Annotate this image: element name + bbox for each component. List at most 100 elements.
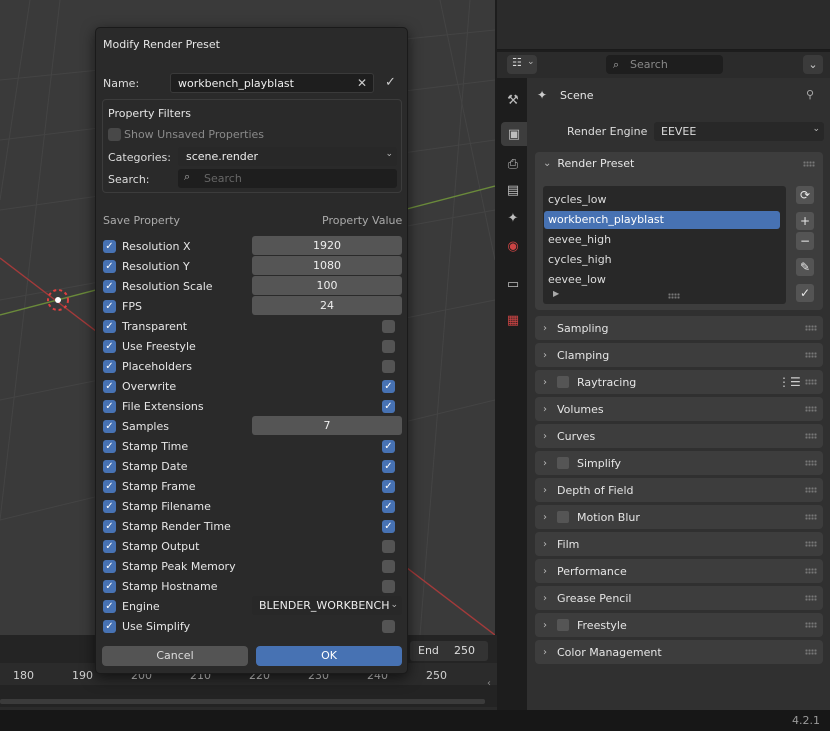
render-preset-header[interactable]: ⌄ Render Preset xyxy=(543,157,634,170)
timeline-track[interactable] xyxy=(0,685,497,707)
section-grease-pencil[interactable]: › Grease Pencil xyxy=(535,586,823,610)
drag-handle-icon[interactable] xyxy=(803,161,815,167)
section-freestyle[interactable]: › Freestyle xyxy=(535,613,823,637)
ok-button[interactable]: OK xyxy=(256,646,402,666)
save-property-checkbox[interactable]: ✓ xyxy=(103,579,116,593)
drag-handle-icon[interactable] xyxy=(805,568,817,574)
property-value-dropdown[interactable]: BLENDER_WORKBENCH ⌄ xyxy=(252,596,402,615)
section-color-management[interactable]: › Color Management xyxy=(535,640,823,664)
refresh-icon[interactable]: ⟳ xyxy=(796,186,814,204)
property-value-field[interactable]: 100 xyxy=(252,276,402,295)
save-property-checkbox[interactable]: ✓ xyxy=(103,419,116,433)
property-value-checkbox[interactable] xyxy=(382,360,395,373)
section-volumes[interactable]: › Volumes xyxy=(535,397,823,421)
section-simplify[interactable]: › Simplify xyxy=(535,451,823,475)
render-engine-dropdown[interactable]: EEVEE ⌄ xyxy=(654,122,824,141)
timeline-scrollbar[interactable] xyxy=(0,699,485,704)
save-property-checkbox[interactable]: ✓ xyxy=(103,259,116,273)
name-input[interactable]: workbench_playblast ✕ xyxy=(170,73,374,93)
property-value-checkbox[interactable]: ✓ xyxy=(382,520,395,533)
editor-type-dropdown[interactable]: ☷ ⌄ xyxy=(507,55,537,74)
save-property-checkbox[interactable]: ✓ xyxy=(103,339,116,353)
section-enable-checkbox[interactable] xyxy=(557,619,569,631)
drag-handle-icon[interactable] xyxy=(805,460,817,466)
render-tab-icon[interactable]: ▣ xyxy=(501,122,527,146)
frame-end-field[interactable]: End 250 xyxy=(410,641,488,661)
section-enable-checkbox[interactable] xyxy=(557,511,569,523)
section-enable-checkbox[interactable] xyxy=(557,457,569,469)
save-property-checkbox[interactable]: ✓ xyxy=(103,539,116,553)
property-value-checkbox[interactable] xyxy=(382,320,395,333)
save-property-checkbox[interactable]: ✓ xyxy=(103,319,116,333)
save-property-checkbox[interactable]: ✓ xyxy=(103,499,116,513)
list-resize-handle-icon[interactable] xyxy=(668,293,680,299)
save-property-checkbox[interactable]: ✓ xyxy=(103,519,116,533)
property-value-field[interactable]: 7 xyxy=(252,416,402,435)
confirm-check-icon[interactable]: ✓ xyxy=(385,75,396,90)
pin-icon[interactable]: ⚲ xyxy=(806,88,814,101)
save-property-checkbox[interactable]: ✓ xyxy=(103,359,116,373)
list-options-icon[interactable]: ⋮☰ xyxy=(778,375,801,389)
filter-search-input[interactable]: ⌕ Search xyxy=(178,169,397,188)
preset-list-item[interactable]: cycles_high xyxy=(544,251,780,269)
property-value-field[interactable]: 1920 xyxy=(252,236,402,255)
section-enable-checkbox[interactable] xyxy=(557,376,569,388)
categories-dropdown[interactable]: scene.render ⌄ xyxy=(178,147,397,166)
scene-tab-icon[interactable]: ✦ xyxy=(501,206,525,230)
output-tab-icon[interactable]: ⎙ xyxy=(501,152,525,176)
preset-list-item[interactable]: eevee_low xyxy=(544,271,780,289)
clear-icon[interactable]: ✕ xyxy=(357,76,367,90)
drag-handle-icon[interactable] xyxy=(805,514,817,520)
save-property-checkbox[interactable]: ✓ xyxy=(103,399,116,413)
property-value-checkbox[interactable]: ✓ xyxy=(382,440,395,453)
property-value-checkbox[interactable] xyxy=(382,580,395,593)
property-value-field[interactable]: 24 xyxy=(252,296,402,315)
save-property-checkbox[interactable]: ✓ xyxy=(103,559,116,573)
drag-handle-icon[interactable] xyxy=(805,649,817,655)
drag-handle-icon[interactable] xyxy=(805,406,817,412)
section-clamping[interactable]: › Clamping xyxy=(535,343,823,367)
cancel-button[interactable]: Cancel xyxy=(102,646,248,666)
property-value-checkbox[interactable]: ✓ xyxy=(382,380,395,393)
drag-handle-icon[interactable] xyxy=(805,379,817,385)
view-layer-tab-icon[interactable]: ▤ xyxy=(501,178,525,202)
show-unsaved-toggle[interactable]: Show Unsaved Properties xyxy=(108,128,264,141)
remove-icon[interactable]: − xyxy=(796,232,814,250)
drag-handle-icon[interactable] xyxy=(805,487,817,493)
save-property-checkbox[interactable]: ✓ xyxy=(103,599,116,613)
property-value-checkbox[interactable]: ✓ xyxy=(382,460,395,473)
apply-check-icon[interactable]: ✓ xyxy=(796,284,814,302)
drag-handle-icon[interactable] xyxy=(805,541,817,547)
save-property-checkbox[interactable]: ✓ xyxy=(103,379,116,393)
texture-tab-icon[interactable]: ▦ xyxy=(501,308,525,332)
property-value-checkbox[interactable]: ✓ xyxy=(382,400,395,413)
section-sampling[interactable]: › Sampling xyxy=(535,316,823,340)
save-property-checkbox[interactable]: ✓ xyxy=(103,479,116,493)
save-property-checkbox[interactable]: ✓ xyxy=(103,239,116,253)
save-property-checkbox[interactable]: ✓ xyxy=(103,279,116,293)
drag-handle-icon[interactable] xyxy=(805,595,817,601)
save-property-checkbox[interactable]: ✓ xyxy=(103,459,116,473)
preset-list-item[interactable]: eevee_high xyxy=(544,231,780,249)
tool-tab-icon[interactable]: ⚒ xyxy=(501,88,525,112)
options-dropdown[interactable]: ⌄ xyxy=(803,55,823,74)
drag-handle-icon[interactable] xyxy=(805,325,817,331)
property-value-checkbox[interactable] xyxy=(382,620,395,633)
section-performance[interactable]: › Performance xyxy=(535,559,823,583)
section-curves[interactable]: › Curves xyxy=(535,424,823,448)
add-icon[interactable]: + xyxy=(796,212,814,230)
properties-search-input[interactable]: ⌕ Search xyxy=(606,55,723,74)
property-value-field[interactable]: 1080 xyxy=(252,256,402,275)
property-value-checkbox[interactable]: ✓ xyxy=(382,500,395,513)
collection-tab-icon[interactable]: ▭ xyxy=(501,272,525,296)
save-property-checkbox[interactable]: ✓ xyxy=(103,439,116,453)
save-property-checkbox[interactable]: ✓ xyxy=(103,299,116,313)
save-property-checkbox[interactable]: ✓ xyxy=(103,619,116,633)
preset-list-item[interactable]: cycles_low xyxy=(544,191,780,209)
drag-handle-icon[interactable] xyxy=(805,352,817,358)
drag-handle-icon[interactable] xyxy=(805,622,817,628)
preset-list-item[interactable]: workbench_playblast xyxy=(544,211,780,229)
property-value-checkbox[interactable] xyxy=(382,540,395,553)
expand-triangle-icon[interactable]: ▶ xyxy=(553,289,559,298)
drag-handle-icon[interactable] xyxy=(805,433,817,439)
